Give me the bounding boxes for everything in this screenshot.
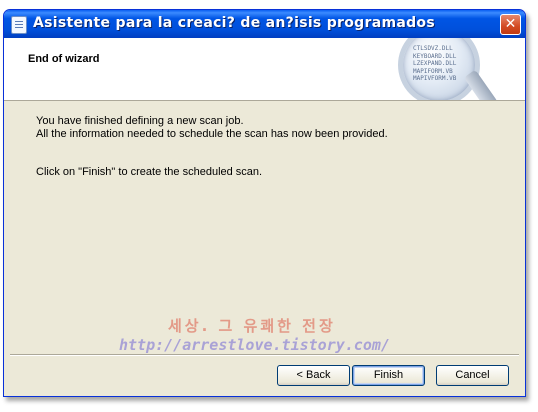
file-line: LZEXPAND.DLL — [413, 60, 457, 67]
wizard-header: End of wizard CTLSDVZ.DLL KEYBOARD.DLL L… — [4, 38, 525, 101]
document-icon — [11, 16, 27, 34]
back-button[interactable]: < Back — [277, 365, 350, 386]
magnifier-illustration: CTLSDVZ.DLL KEYBOARD.DLL LZEXPAND.DLL MA… — [398, 38, 480, 100]
magnified-file-list: CTLSDVZ.DLL KEYBOARD.DLL LZEXPAND.DLL MA… — [413, 45, 456, 83]
finish-button[interactable]: Finish — [352, 365, 425, 386]
file-line: MAPIFORM.VB — [413, 67, 453, 75]
page-title: End of wizard — [28, 53, 100, 65]
file-line: MAPIVFORM.VB — [413, 75, 457, 82]
instruction-text: Click on "Finish" to create the schedule… — [36, 166, 263, 178]
close-button[interactable]: ✕ — [500, 14, 521, 35]
wizard-window: Asistente para la creaci? de an?isis pro… — [3, 9, 526, 397]
watermark-url: http://arrestlove.tistory.com/ — [119, 336, 390, 354]
watermark-text: 세상. 그 유쾌한 전장 — [168, 317, 336, 335]
summary-line-1: You have finished defining a new scan jo… — [36, 115, 244, 127]
summary-line-2: All the information needed to schedule t… — [36, 128, 388, 140]
magnifier-handle — [463, 69, 499, 100]
file-line: KEYBOARD.DLL — [413, 52, 457, 60]
cancel-button[interactable]: Cancel — [436, 365, 509, 386]
file-line: CTLSDVZ.DLL — [413, 45, 453, 52]
title-bar[interactable]: Asistente para la creaci? de an?isis pro… — [4, 10, 525, 38]
button-separator — [10, 354, 519, 356]
window-title: Asistente para la creaci? de an?isis pro… — [33, 15, 435, 31]
